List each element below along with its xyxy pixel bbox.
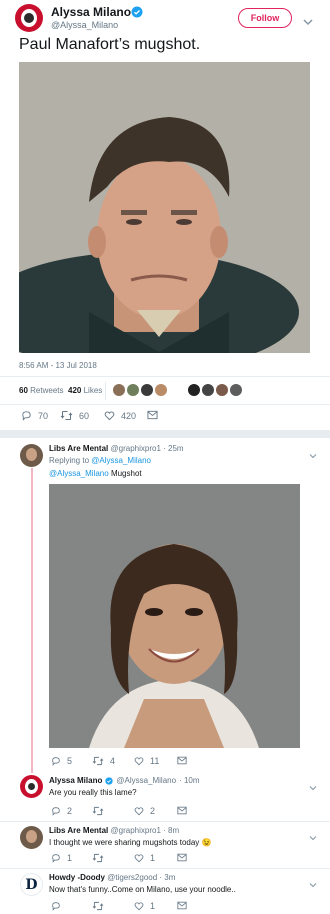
replying-to-link[interactable]: @Alyssa_Milano xyxy=(91,456,151,465)
reply4-author-name[interactable]: Howdy -Doody xyxy=(49,873,105,882)
retweet-icon xyxy=(92,901,104,911)
tweet-text: Paul Manafort’s mugshot. xyxy=(19,36,201,53)
reply2-reply-action[interactable]: 2 xyxy=(51,806,72,816)
reply4-message-action[interactable] xyxy=(177,901,187,910)
stats-separator xyxy=(105,382,106,400)
replying-to: Replying to @Alyssa_Milano xyxy=(49,456,151,465)
reply2-message-action[interactable] xyxy=(177,806,187,815)
manafort-mugshot-image[interactable] xyxy=(19,62,310,353)
chevron-down-icon[interactable] xyxy=(309,875,317,893)
reply3-message-action[interactable] xyxy=(177,853,187,862)
liker-avatar[interactable] xyxy=(127,384,139,396)
heart-icon xyxy=(134,902,144,911)
chevron-down-icon[interactable] xyxy=(309,446,317,464)
reply2-like-action[interactable]: 2 xyxy=(134,806,155,816)
reply4-time[interactable]: · 3m xyxy=(159,873,175,882)
heart-icon xyxy=(104,411,115,421)
author-name[interactable]: Alyssa Milano xyxy=(51,5,131,19)
follow-label: Follow xyxy=(250,13,280,23)
reply4-like-action[interactable]: 1 xyxy=(134,901,155,911)
liker-avatar[interactable] xyxy=(188,384,200,396)
reply2-retweet-action[interactable] xyxy=(92,806,110,816)
reply3-avatar[interactable] xyxy=(20,826,43,849)
reply4-text: Now that's funny..Come on Milano, use yo… xyxy=(49,885,236,894)
retweets-stat[interactable]: 60 Retweets xyxy=(19,386,64,395)
author-avatar[interactable] xyxy=(15,4,43,32)
envelope-icon xyxy=(177,853,187,862)
reply3-like-action[interactable]: 1 xyxy=(134,853,155,863)
reply1-like-action[interactable]: 11 xyxy=(134,756,159,766)
like-action[interactable]: 420 xyxy=(104,410,136,421)
liker-avatar[interactable] xyxy=(141,384,153,396)
reply3-header: Libs Are Mental @graphixpro1 · 8m xyxy=(49,826,179,835)
reply4-avatar[interactable]: D xyxy=(20,873,43,896)
reply3-text: I thought we were sharing mugshots today… xyxy=(49,838,212,847)
reply2-header: Alyssa Milano @Alyssa_Milano · 10m xyxy=(49,776,200,785)
reply4-header: Howdy -Doody @tigers2good · 3m xyxy=(49,873,175,882)
reply2-author-handle[interactable]: @Alyssa_Milano xyxy=(116,776,176,785)
tweet-timestamp[interactable]: 8:56 AM - 13 Jul 2018 xyxy=(19,361,97,370)
reply3-time[interactable]: · 8m xyxy=(163,826,179,835)
reply4-author-handle[interactable]: @tigers2good xyxy=(107,873,157,882)
reply1-author-name[interactable]: Libs Are Mental xyxy=(49,444,108,453)
section-separator xyxy=(0,430,330,438)
reply4-reply-action[interactable] xyxy=(51,901,67,911)
reply1-message-action[interactable] xyxy=(177,756,187,765)
retweet-action[interactable]: 60 xyxy=(60,410,89,421)
reply-mugshot-image[interactable] xyxy=(49,484,300,748)
reply4-retweet-action[interactable] xyxy=(92,901,110,911)
reply2-author-name[interactable]: Alyssa Milano xyxy=(49,776,102,785)
reply-action[interactable]: 70 xyxy=(21,410,48,421)
envelope-icon xyxy=(177,806,187,815)
chevron-down-icon[interactable] xyxy=(309,778,317,796)
liker-avatar[interactable] xyxy=(202,384,214,396)
chevron-down-icon[interactable] xyxy=(309,828,317,846)
reply3-author-name[interactable]: Libs Are Mental xyxy=(49,826,108,835)
reply2-text: Are you really this lame? xyxy=(49,788,137,797)
heart-icon xyxy=(134,757,144,766)
retweet-icon xyxy=(60,411,73,420)
chevron-down-icon[interactable] xyxy=(303,13,313,31)
reply-icon xyxy=(52,854,60,863)
reply1-header: Libs Are Mental @graphixpro1 · 25m xyxy=(49,444,184,453)
liker-avatar[interactable] xyxy=(113,384,125,396)
reply1-text: @Alyssa_Milano Mugshot xyxy=(49,469,142,478)
verified-badge-icon xyxy=(105,776,114,785)
verified-badge-icon xyxy=(131,5,143,23)
reply-icon xyxy=(22,411,31,421)
envelope-icon xyxy=(177,756,187,765)
heart-icon xyxy=(134,854,144,863)
liker-avatar[interactable] xyxy=(230,384,242,396)
thread-connector xyxy=(31,468,33,773)
mention-link[interactable]: @Alyssa_Milano xyxy=(49,469,109,478)
envelope-icon xyxy=(177,901,187,910)
reply-icon xyxy=(52,902,60,911)
reply3-author-handle[interactable]: @graphixpro1 xyxy=(111,826,161,835)
envelope-icon xyxy=(147,410,158,420)
tigers-logo-icon: D xyxy=(25,876,38,893)
reply-icon xyxy=(52,807,60,816)
reply3-reply-action[interactable]: 1 xyxy=(51,853,72,863)
reply2-avatar[interactable] xyxy=(20,775,43,798)
heart-icon xyxy=(134,807,144,816)
follow-button[interactable]: Follow xyxy=(238,8,292,28)
retweet-icon xyxy=(92,853,104,863)
likes-stat[interactable]: 420 Likes xyxy=(68,386,102,395)
reply-icon xyxy=(52,757,60,766)
reply1-avatar[interactable] xyxy=(20,444,43,467)
liker-avatar[interactable] xyxy=(155,384,167,396)
retweet-icon xyxy=(92,756,104,766)
reply1-reply-action[interactable]: 5 xyxy=(51,756,72,766)
reply3-retweet-action[interactable] xyxy=(92,853,110,863)
author-handle[interactable]: @Alyssa_Milano xyxy=(51,20,118,30)
reply2-time[interactable]: · 10m xyxy=(179,776,199,785)
reply1-time[interactable]: · 25m xyxy=(163,444,183,453)
retweet-icon xyxy=(92,806,104,816)
reply1-author-handle[interactable]: @graphixpro1 xyxy=(111,444,161,453)
message-action[interactable] xyxy=(147,410,158,420)
reply1-retweet-action[interactable]: 4 xyxy=(92,756,115,766)
liker-avatar[interactable] xyxy=(216,384,228,396)
